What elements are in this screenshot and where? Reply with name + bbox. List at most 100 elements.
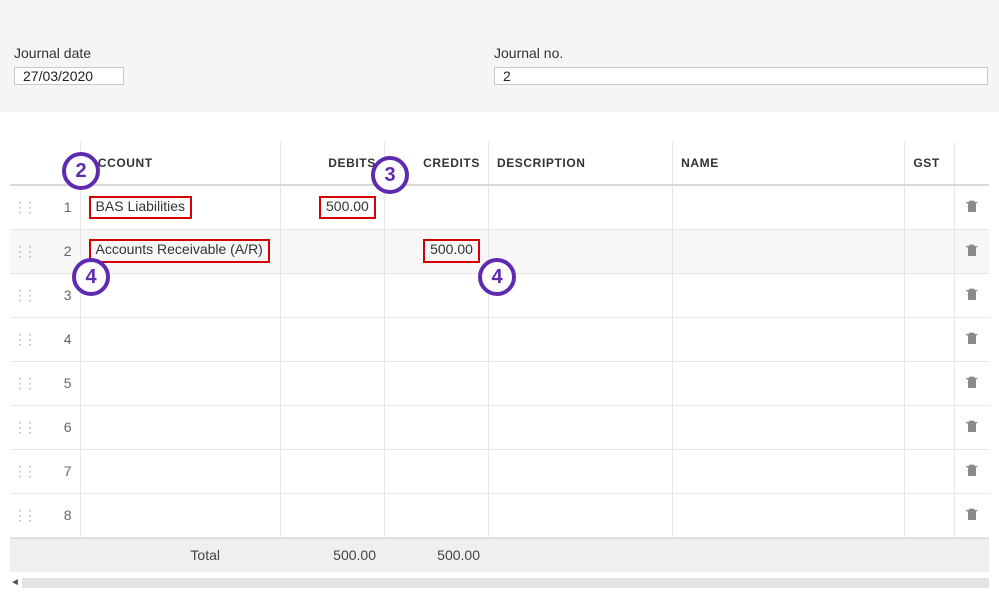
cell-name[interactable]: [673, 317, 905, 361]
cell-description[interactable]: [488, 361, 672, 405]
annotation-badge: 4: [72, 258, 110, 296]
journal-lines-table-wrap: # ACCOUNT DEBITS CREDITS DESCRIPTION NAM…: [0, 142, 999, 538]
col-delete: [955, 142, 989, 185]
drag-handle[interactable]: [10, 185, 36, 229]
trash-icon[interactable]: [964, 286, 980, 302]
cell-account[interactable]: [80, 405, 280, 449]
delete-row-button[interactable]: [955, 185, 989, 229]
table-row[interactable]: 8: [10, 493, 989, 537]
drag-handle[interactable]: [10, 229, 36, 273]
horizontal-scrollbar[interactable]: ◄: [10, 576, 989, 590]
cell-account[interactable]: [80, 449, 280, 493]
drag-handle[interactable]: [10, 449, 36, 493]
drag-handle[interactable]: [10, 273, 36, 317]
table-row[interactable]: 5: [10, 361, 989, 405]
totals-row: Total 500.00 500.00: [10, 538, 989, 572]
table-header-row: # ACCOUNT DEBITS CREDITS DESCRIPTION NAM…: [10, 142, 989, 185]
cell-credits[interactable]: [384, 405, 488, 449]
drag-icon[interactable]: [13, 375, 33, 392]
drag-icon[interactable]: [13, 331, 33, 348]
cell-account[interactable]: Accounts Receivable (A/R): [80, 229, 280, 273]
cell-gst[interactable]: [905, 361, 955, 405]
cell-name[interactable]: [673, 273, 905, 317]
cell-account[interactable]: BAS Liabilities: [80, 185, 280, 229]
journal-no-input[interactable]: [494, 67, 988, 85]
drag-handle[interactable]: [10, 405, 36, 449]
cell-debits[interactable]: [280, 317, 384, 361]
drag-icon[interactable]: [13, 463, 33, 480]
cell-gst[interactable]: [905, 185, 955, 229]
cell-name[interactable]: [673, 361, 905, 405]
delete-row-button[interactable]: [955, 317, 989, 361]
trash-icon[interactable]: [964, 506, 980, 522]
cell-account[interactable]: [80, 361, 280, 405]
delete-row-button[interactable]: [955, 405, 989, 449]
cell-gst[interactable]: [905, 273, 955, 317]
row-number: 2: [36, 229, 80, 273]
cell-name[interactable]: [673, 405, 905, 449]
table-row[interactable]: 1BAS Liabilities500.00: [10, 185, 989, 229]
cell-gst[interactable]: [905, 405, 955, 449]
delete-row-button[interactable]: [955, 229, 989, 273]
cell-credits[interactable]: [384, 273, 488, 317]
cell-description[interactable]: [488, 317, 672, 361]
col-debits: DEBITS: [280, 142, 384, 185]
drag-icon[interactable]: [13, 507, 33, 524]
drag-handle[interactable]: [10, 317, 36, 361]
row-number: 8: [36, 493, 80, 537]
delete-row-button[interactable]: [955, 361, 989, 405]
annotation-badge: 3: [371, 156, 409, 194]
cell-gst[interactable]: [905, 229, 955, 273]
cell-debits[interactable]: 500.00: [280, 185, 384, 229]
cell-debits[interactable]: [280, 361, 384, 405]
journal-date-input[interactable]: [14, 67, 124, 85]
cell-name[interactable]: [673, 449, 905, 493]
drag-icon[interactable]: [13, 419, 33, 436]
cell-debits[interactable]: [280, 273, 384, 317]
cell-gst[interactable]: [905, 317, 955, 361]
trash-icon[interactable]: [964, 330, 980, 346]
trash-icon[interactable]: [964, 242, 980, 258]
drag-icon[interactable]: [13, 199, 33, 216]
trash-icon[interactable]: [964, 462, 980, 478]
cell-description[interactable]: [488, 405, 672, 449]
cell-description[interactable]: [488, 229, 672, 273]
trash-icon[interactable]: [964, 198, 980, 214]
cell-credits[interactable]: [384, 185, 488, 229]
cell-credits[interactable]: [384, 361, 488, 405]
cell-debits[interactable]: [280, 449, 384, 493]
table-row[interactable]: 6: [10, 405, 989, 449]
drag-handle[interactable]: [10, 493, 36, 537]
cell-name[interactable]: [673, 185, 905, 229]
cell-description[interactable]: [488, 185, 672, 229]
drag-handle[interactable]: [10, 361, 36, 405]
trash-icon[interactable]: [964, 374, 980, 390]
cell-description[interactable]: [488, 493, 672, 537]
cell-debits[interactable]: [280, 229, 384, 273]
cell-gst[interactable]: [905, 449, 955, 493]
cell-credits[interactable]: 500.00: [384, 229, 488, 273]
cell-account[interactable]: [80, 317, 280, 361]
cell-debits[interactable]: [280, 493, 384, 537]
cell-description[interactable]: [488, 273, 672, 317]
cell-account[interactable]: [80, 273, 280, 317]
table-row[interactable]: 7: [10, 449, 989, 493]
cell-credits[interactable]: [384, 449, 488, 493]
scroll-left-arrow-icon[interactable]: ◄: [10, 577, 22, 588]
delete-row-button[interactable]: [955, 493, 989, 537]
cell-account[interactable]: [80, 493, 280, 537]
cell-credits[interactable]: [384, 317, 488, 361]
cell-description[interactable]: [488, 449, 672, 493]
cell-gst[interactable]: [905, 493, 955, 537]
cell-credits[interactable]: [384, 493, 488, 537]
trash-icon[interactable]: [964, 418, 980, 434]
drag-icon[interactable]: [13, 243, 33, 260]
cell-name[interactable]: [673, 229, 905, 273]
delete-row-button[interactable]: [955, 449, 989, 493]
drag-icon[interactable]: [13, 287, 33, 304]
delete-row-button[interactable]: [955, 273, 989, 317]
cell-name[interactable]: [673, 493, 905, 537]
cell-debits[interactable]: [280, 405, 384, 449]
scroll-track[interactable]: [22, 578, 989, 588]
table-row[interactable]: 4: [10, 317, 989, 361]
